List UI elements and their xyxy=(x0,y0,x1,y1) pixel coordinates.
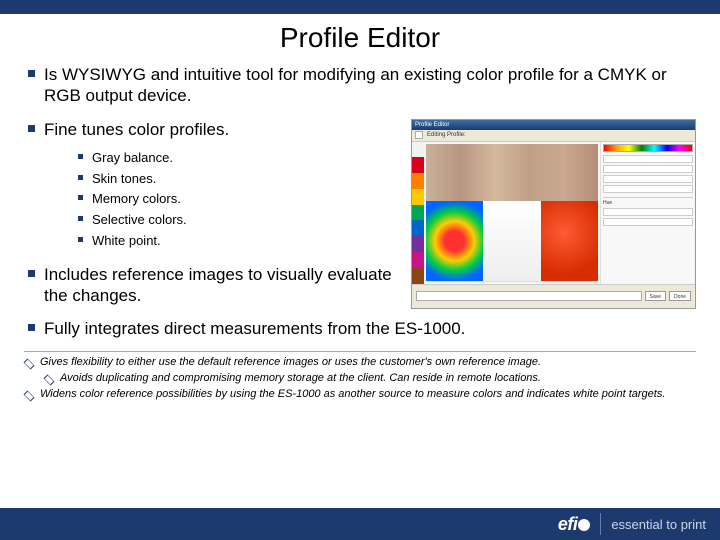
preview-faces-row xyxy=(426,144,598,202)
swatch-yellow xyxy=(412,189,424,205)
bullet-wysiwyg: Is WYSIWYG and intuitive tool for modify… xyxy=(24,64,696,107)
footer-band: efi essential to print xyxy=(0,508,720,540)
main-bullet-list-3: Fully integrates direct measurements fro… xyxy=(24,318,696,339)
sub-gray-balance: Gray balance. xyxy=(74,148,399,169)
ss-profile-dropdown xyxy=(416,291,642,301)
ss-done-button: Done xyxy=(669,291,691,301)
ss-bottom-bar: Save Done xyxy=(412,284,695,308)
panel-row-6 xyxy=(603,218,693,226)
sub-bullet-list: Gray balance. Skin tones. Memory colors.… xyxy=(74,148,399,252)
footnote-widens: Widens color reference possibilities by … xyxy=(22,388,698,402)
swatch-brown xyxy=(412,268,424,284)
sub-skin-tones: Skin tones. xyxy=(74,169,399,190)
panel-section-label: Hue xyxy=(603,197,693,206)
panel-row-3 xyxy=(603,175,693,183)
ss-toolbar-label: Editing Profile: xyxy=(427,132,466,138)
preview-white-object xyxy=(483,201,541,281)
main-bullet-list-2: Fine tunes color profiles. Gray balance.… xyxy=(24,119,399,307)
swatch-magenta xyxy=(412,252,424,268)
sub-memory-colors: Memory colors. xyxy=(74,189,399,210)
bullet-reference-images: Includes reference images to visually ev… xyxy=(24,264,399,307)
ss-color-strip xyxy=(412,142,424,284)
bullet-fine-tunes: Fine tunes color profiles. Gray balance.… xyxy=(24,119,399,252)
swatch-orange xyxy=(412,173,424,189)
main-bullet-list: Is WYSIWYG and intuitive tool for modify… xyxy=(24,64,696,107)
ss-save-button: Save xyxy=(645,291,666,301)
efi-logo: efi xyxy=(558,514,591,535)
ss-window-titlebar: Profile Editor xyxy=(412,120,695,130)
slide-content: Is WYSIWYG and intuitive tool for modify… xyxy=(0,64,720,339)
ss-body: Hue xyxy=(412,142,695,284)
ss-toolbar: Editing Profile: xyxy=(412,130,695,142)
hue-bar xyxy=(603,144,693,152)
efi-logo-text: efi xyxy=(558,514,578,534)
slide-title: Profile Editor xyxy=(0,22,720,54)
footer-separator xyxy=(600,513,601,535)
ss-window-title: Profile Editor xyxy=(415,122,449,128)
profile-editor-screenshot: Profile Editor Editing Profile: xyxy=(411,119,696,309)
footnote-flexibility: Gives flexibility to either use the defa… xyxy=(22,356,698,370)
sub-selective-colors: Selective colors. xyxy=(74,210,399,231)
panel-row-4 xyxy=(603,185,693,193)
bullet-fine-tunes-text: Fine tunes color profiles. xyxy=(44,120,229,139)
sub-white-point: White point. xyxy=(74,231,399,252)
ss-right-panel: Hue xyxy=(600,142,695,284)
footnote-list: Gives flexibility to either use the defa… xyxy=(0,356,720,401)
panel-row-5 xyxy=(603,208,693,216)
ss-preview-image xyxy=(426,144,598,282)
swatch-purple xyxy=(412,236,424,252)
file-icon xyxy=(415,131,423,139)
swatch-green xyxy=(412,205,424,221)
preview-color-toys xyxy=(426,201,483,281)
preview-strawberries xyxy=(541,201,598,281)
panel-row-2 xyxy=(603,165,693,173)
panel-row-1 xyxy=(603,155,693,163)
bullet-es1000: Fully integrates direct measurements fro… xyxy=(24,318,696,339)
swatch-blue xyxy=(412,220,424,236)
top-accent-band xyxy=(0,0,720,14)
footer-tagline: essential to print xyxy=(611,517,706,532)
footnote-avoids-duplicating: Avoids duplicating and compromising memo… xyxy=(42,372,698,386)
swatch-white xyxy=(412,142,424,158)
horizontal-divider xyxy=(24,351,696,352)
swatch-red xyxy=(412,157,424,173)
efi-logo-dot-icon xyxy=(578,519,590,531)
